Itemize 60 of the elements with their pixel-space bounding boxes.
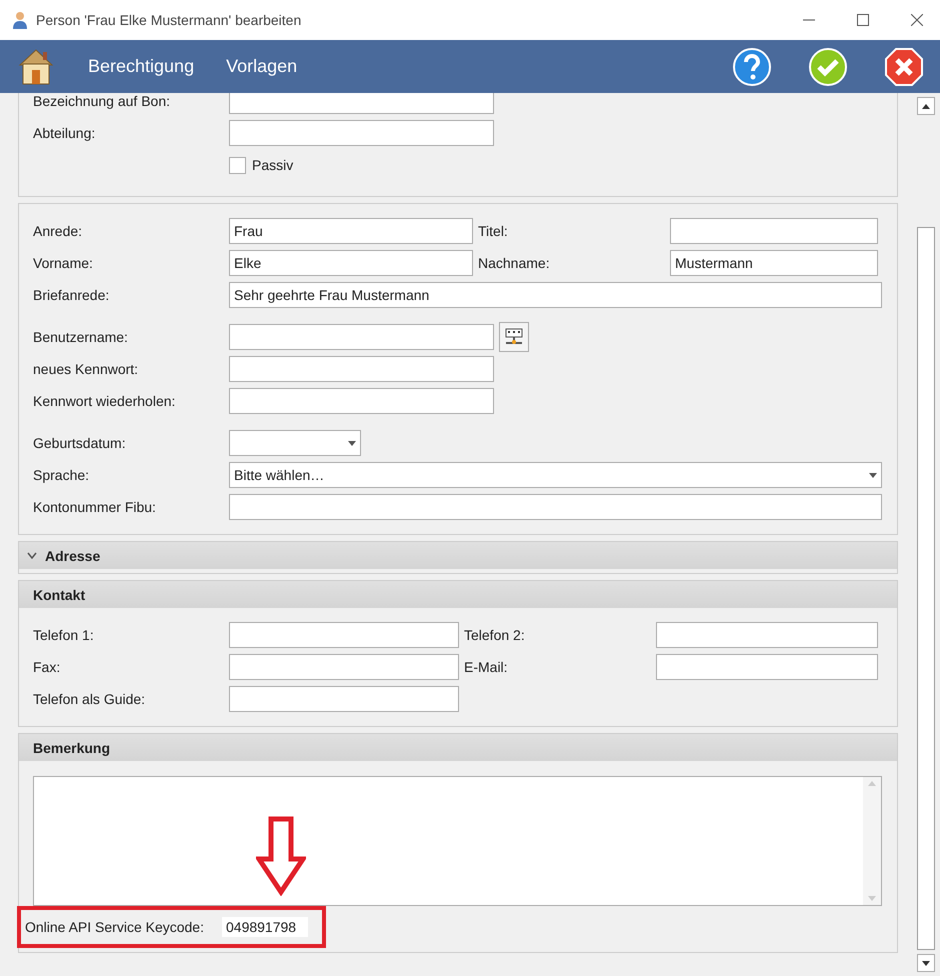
person-icon bbox=[12, 11, 28, 29]
field-label: Telefon 2: bbox=[463, 627, 526, 643]
input-field[interactable] bbox=[656, 622, 878, 648]
field-label: Bezeichnung auf Bon: bbox=[33, 93, 171, 109]
input-field[interactable] bbox=[229, 622, 459, 648]
field-label: Geburtsdatum: bbox=[33, 435, 127, 451]
field-label: Titel: bbox=[477, 223, 509, 239]
input-field[interactable] bbox=[229, 686, 459, 712]
window-title: Person 'Frau Elke Mustermann' bearbeiten bbox=[36, 12, 302, 28]
field-label: Anrede: bbox=[33, 223, 84, 239]
field-label: Fax: bbox=[33, 659, 62, 675]
field-label: Briefanrede: bbox=[33, 287, 110, 303]
help-icon[interactable] bbox=[732, 46, 772, 86]
section-header[interactable]: Adresse bbox=[19, 542, 897, 569]
field-label: neues Kennwort: bbox=[33, 361, 140, 377]
input-field[interactable] bbox=[656, 654, 878, 680]
notes-field[interactable] bbox=[33, 776, 882, 906]
field-label: Kontonummer Fibu: bbox=[33, 499, 157, 515]
close-icon bbox=[911, 14, 923, 26]
caret-icon bbox=[869, 472, 877, 478]
field-label: Telefon als Guide: bbox=[33, 691, 146, 707]
scroll-up-icon[interactable] bbox=[922, 104, 930, 108]
field-label: E-Mail: bbox=[463, 659, 509, 675]
chevron-icon bbox=[27, 552, 37, 559]
menu-item[interactable]: Vorlagen bbox=[226, 52, 298, 81]
field-label: Vorname: bbox=[33, 255, 94, 271]
checkbox[interactable] bbox=[229, 156, 246, 174]
field-label: Abteilung: bbox=[33, 125, 96, 141]
date-dropdown[interactable] bbox=[229, 430, 361, 456]
checkbox-label: Passiv bbox=[252, 157, 294, 173]
field-label: Kennwort wiederholen: bbox=[33, 393, 176, 409]
section-header: Kontakt bbox=[19, 581, 897, 608]
input-field[interactable] bbox=[670, 218, 878, 244]
input-field[interactable]: Sehr geehrte Frau Mustermann bbox=[229, 282, 882, 308]
checkmark-icon[interactable] bbox=[808, 46, 848, 86]
field-label: Benutzername: bbox=[33, 329, 129, 345]
field-label: Sprache: bbox=[33, 467, 90, 483]
caret-icon bbox=[348, 440, 356, 446]
menu-item[interactable]: Berechtigung bbox=[88, 52, 194, 81]
input-field[interactable] bbox=[229, 388, 494, 414]
input-field[interactable] bbox=[229, 120, 494, 146]
keycode-label: Online API Service Keycode: bbox=[25, 919, 204, 935]
cancel-icon[interactable] bbox=[884, 46, 924, 86]
section-header: Bemerkung bbox=[19, 734, 897, 761]
scroll-down-icon[interactable] bbox=[922, 960, 930, 966]
input-field[interactable] bbox=[229, 654, 459, 680]
input-field[interactable] bbox=[229, 93, 494, 114]
language-dropdown[interactable]: Bitte wählen… bbox=[229, 462, 882, 488]
input-field[interactable]: Mustermann bbox=[670, 250, 878, 276]
field-label: Telefon 1: bbox=[33, 627, 95, 643]
input-field[interactable] bbox=[229, 494, 882, 520]
input-field[interactable] bbox=[229, 324, 494, 350]
maximize-icon bbox=[857, 14, 869, 26]
field-label: Nachname: bbox=[477, 255, 551, 271]
keycode-value: 049891798 bbox=[222, 917, 308, 937]
house-icon[interactable] bbox=[18, 48, 54, 86]
input-field[interactable]: Elke bbox=[229, 250, 473, 276]
input-field[interactable]: Frau bbox=[229, 218, 473, 244]
arrow-icon bbox=[256, 816, 306, 896]
input-field[interactable] bbox=[229, 356, 494, 382]
